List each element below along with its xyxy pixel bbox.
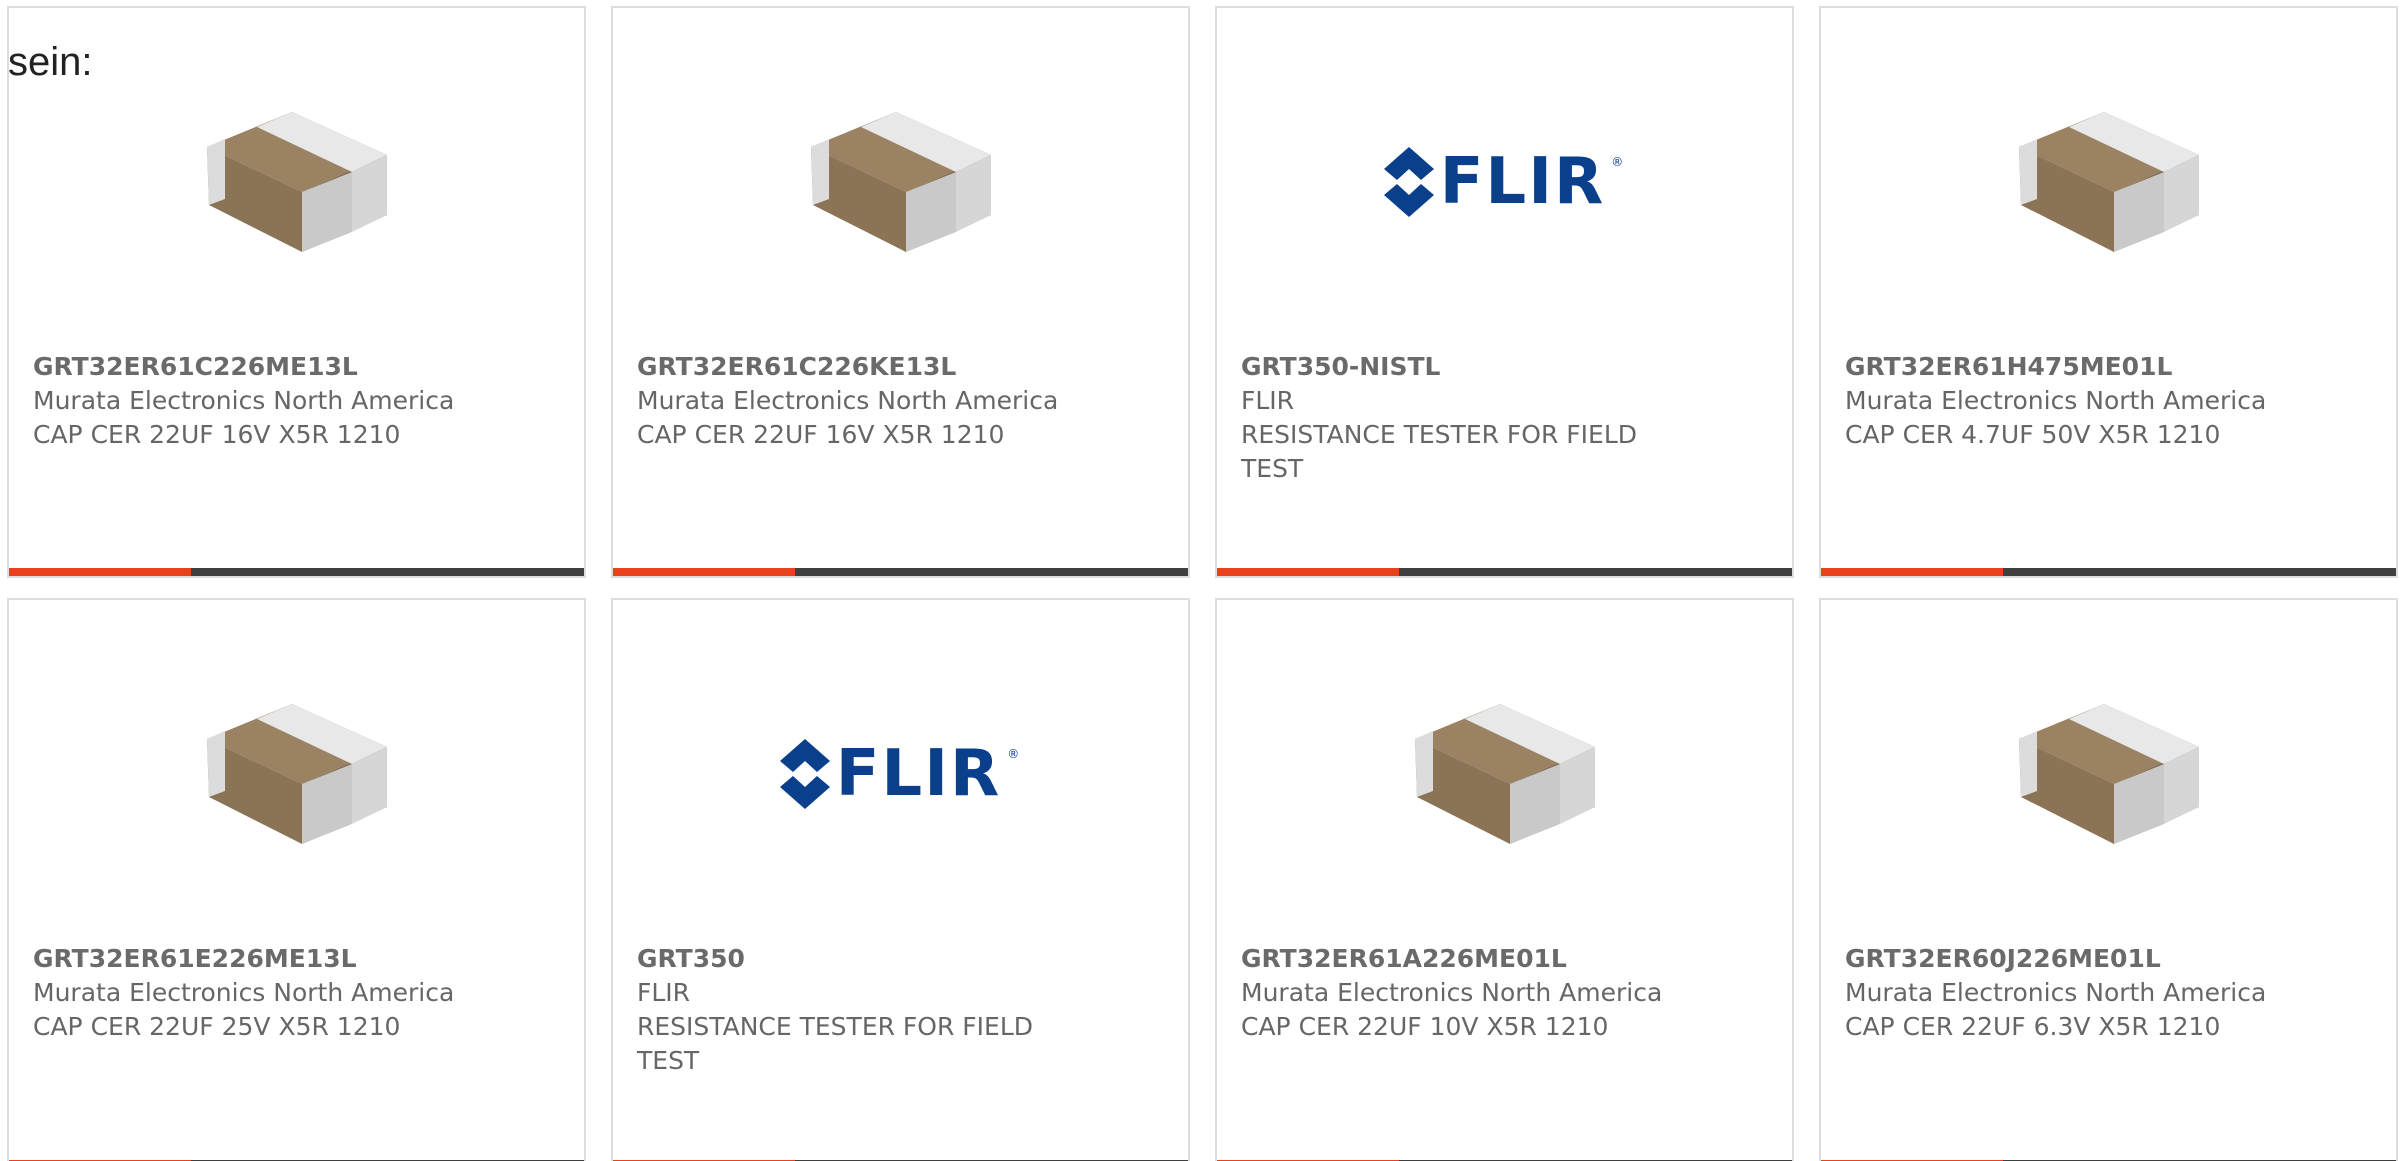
product-card[interactable]: GRT32ER61E226ME13L Murata Electronics No… bbox=[7, 598, 586, 1161]
registered-mark-icon: ® bbox=[1007, 747, 1022, 761]
manufacturer-name: Murata Electronics North America bbox=[1845, 978, 2267, 1007]
product-card[interactable]: GRT32ER61C226ME13L Murata Electronics No… bbox=[7, 6, 586, 578]
product-info: GRT32ER61C226KE13L Murata Electronics No… bbox=[637, 350, 1078, 452]
manufacturer-name: FLIR bbox=[637, 978, 691, 1007]
capacitor-chip-icon bbox=[2018, 112, 2199, 252]
registered-mark-icon: ® bbox=[1611, 155, 1626, 169]
product-description: RESISTANCE TESTER FOR FIELD TEST bbox=[1241, 420, 1638, 483]
manufacturer-name: Murata Electronics North America bbox=[637, 386, 1059, 415]
product-info: GRT350 FLIR RESISTANCE TESTER FOR FIELD … bbox=[637, 942, 1078, 1078]
product-info: GRT32ER61A226ME01L Murata Electronics No… bbox=[1241, 942, 1682, 1044]
card-accent-bar bbox=[1217, 568, 1792, 576]
manufacturer-name: Murata Electronics North America bbox=[1845, 386, 2267, 415]
product-info: GRT32ER60J226ME01L Murata Electronics No… bbox=[1845, 942, 2286, 1044]
card-accent-fill bbox=[1821, 568, 2003, 576]
flir-logo-text: FLIR bbox=[835, 737, 1002, 811]
capacitor-chip-icon bbox=[2018, 704, 2199, 844]
card-accent-fill bbox=[1217, 568, 1399, 576]
product-card[interactable]: GRT32ER60J226ME01L Murata Electronics No… bbox=[1819, 598, 2398, 1161]
product-image[interactable] bbox=[9, 664, 584, 884]
card-accent-fill bbox=[613, 568, 795, 576]
product-description: RESISTANCE TESTER FOR FIELD TEST bbox=[637, 1012, 1034, 1075]
manufacturer-name: Murata Electronics North America bbox=[33, 978, 455, 1007]
product-info: GRT32ER61C226ME13L Murata Electronics No… bbox=[33, 350, 474, 452]
product-image[interactable] bbox=[1821, 664, 2396, 884]
product-description: CAP CER 22UF 16V X5R 1210 bbox=[637, 420, 1005, 449]
flir-logo-icon: FLIR ® bbox=[1383, 145, 1626, 219]
card-accent-fill bbox=[9, 568, 191, 576]
product-description: CAP CER 22UF 10V X5R 1210 bbox=[1241, 1012, 1609, 1041]
part-number-link[interactable]: GRT32ER61A226ME01L bbox=[1241, 942, 1682, 976]
flir-diamond-icon bbox=[779, 739, 830, 809]
flir-logo-icon: FLIR ® bbox=[779, 737, 1022, 811]
product-image[interactable] bbox=[9, 72, 584, 292]
part-number-link[interactable]: GRT32ER61H475ME01L bbox=[1845, 350, 2286, 384]
product-image[interactable]: FLIR ® bbox=[1217, 72, 1792, 292]
product-card[interactable]: FLIR ® GRT350-NISTL FLIR RESISTANCE TESTE… bbox=[1215, 6, 1794, 578]
flir-logo-text: FLIR bbox=[1439, 145, 1606, 219]
flir-diamond-icon bbox=[1383, 147, 1434, 217]
product-image[interactable] bbox=[1821, 72, 2396, 292]
product-image[interactable] bbox=[1217, 664, 1792, 884]
part-number-link[interactable]: GRT350-NISTL bbox=[1241, 350, 1682, 384]
product-info: GRT32ER61E226ME13L Murata Electronics No… bbox=[33, 942, 474, 1044]
product-description: CAP CER 4.7UF 50V X5R 1210 bbox=[1845, 420, 2221, 449]
product-description: CAP CER 22UF 16V X5R 1210 bbox=[33, 420, 401, 449]
product-info: GRT350-NISTL FLIR RESISTANCE TESTER FOR … bbox=[1241, 350, 1682, 486]
manufacturer-name: Murata Electronics North America bbox=[1241, 978, 1663, 1007]
card-accent-bar bbox=[613, 568, 1188, 576]
part-number-link[interactable]: GRT350 bbox=[637, 942, 1078, 976]
part-number-link[interactable]: GRT32ER61E226ME13L bbox=[33, 942, 474, 976]
product-info: GRT32ER61H475ME01L Murata Electronics No… bbox=[1845, 350, 2286, 452]
product-image[interactable]: FLIR ® bbox=[613, 664, 1188, 884]
product-grid: GRT32ER61C226ME13L Murata Electronics No… bbox=[7, 6, 2398, 1161]
part-number-link[interactable]: GRT32ER61C226ME13L bbox=[33, 350, 474, 384]
product-card[interactable]: GRT32ER61A226ME01L Murata Electronics No… bbox=[1215, 598, 1794, 1161]
card-accent-bar bbox=[1821, 568, 2396, 576]
product-image[interactable] bbox=[613, 72, 1188, 292]
capacitor-chip-icon bbox=[810, 112, 991, 252]
product-card[interactable]: GRT32ER61C226KE13L Murata Electronics No… bbox=[611, 6, 1190, 578]
manufacturer-name: Murata Electronics North America bbox=[33, 386, 455, 415]
intro-text: sein: bbox=[8, 40, 93, 84]
product-description: CAP CER 22UF 25V X5R 1210 bbox=[33, 1012, 401, 1041]
card-accent-bar bbox=[9, 568, 584, 576]
capacitor-chip-icon bbox=[206, 704, 387, 844]
part-number-link[interactable]: GRT32ER61C226KE13L bbox=[637, 350, 1078, 384]
capacitor-chip-icon bbox=[1414, 704, 1595, 844]
part-number-link[interactable]: GRT32ER60J226ME01L bbox=[1845, 942, 2286, 976]
product-card[interactable]: GRT32ER61H475ME01L Murata Electronics No… bbox=[1819, 6, 2398, 578]
product-card[interactable]: FLIR ® GRT350 FLIR RESISTANCE TESTER FOR … bbox=[611, 598, 1190, 1161]
manufacturer-name: FLIR bbox=[1241, 386, 1295, 415]
product-description: CAP CER 22UF 6.3V X5R 1210 bbox=[1845, 1012, 2221, 1041]
capacitor-chip-icon bbox=[206, 112, 387, 252]
